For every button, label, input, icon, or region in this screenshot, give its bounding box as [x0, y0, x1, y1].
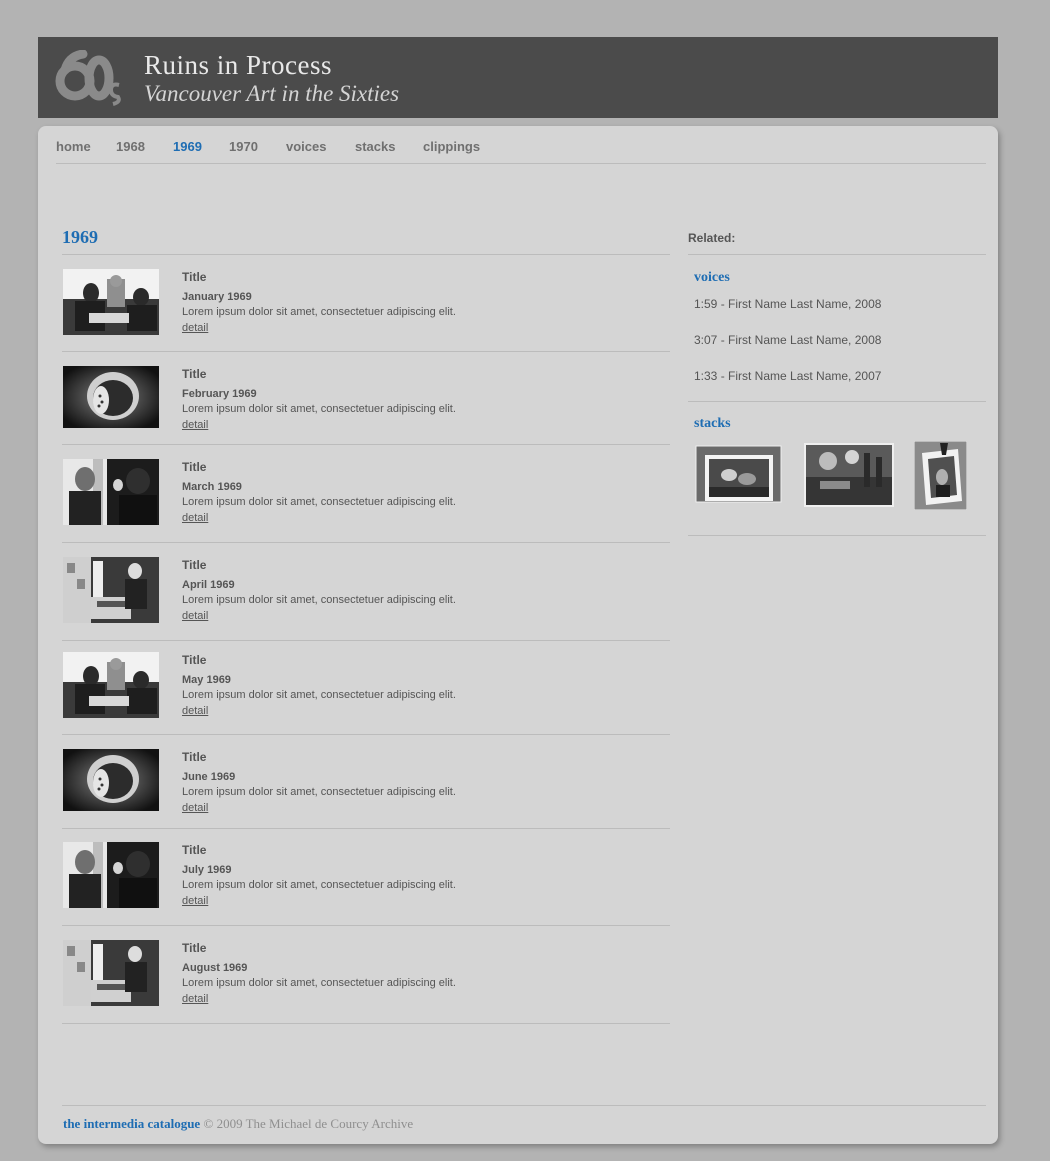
entry-date: July 1969: [182, 864, 232, 876]
heading-divider: [62, 254, 670, 255]
stacks-heading[interactable]: stacks: [694, 416, 731, 432]
entry-description: Lorem ipsum dolor sit amet, consectetuer…: [182, 306, 456, 318]
entry-date: February 1969: [182, 388, 257, 400]
voice-item[interactable]: 1:33 - First Name Last Name, 2007: [694, 369, 881, 383]
entry-date: January 1969: [182, 291, 252, 303]
voices-heading[interactable]: voices: [694, 270, 730, 286]
entry-description: Lorem ipsum dolor sit amet, consectetuer…: [182, 594, 456, 606]
entry-title: Title: [182, 558, 207, 572]
entry-divider: [62, 542, 670, 543]
content-panel: home 1968 1969 1970 voices stacks clippi…: [38, 126, 998, 1144]
entry-title: Title: [182, 367, 207, 381]
voice-item[interactable]: 1:59 - First Name Last Name, 2008: [694, 297, 881, 311]
nav-divider: [56, 163, 986, 164]
thumbnail-photo[interactable]: [63, 652, 159, 718]
thumbnail-photo[interactable]: [63, 269, 159, 335]
nav-voices[interactable]: voices: [286, 139, 326, 154]
detail-link[interactable]: detail: [182, 705, 208, 717]
site-banner: Ruins in Process Vancouver Art in the Si…: [38, 37, 998, 118]
detail-link[interactable]: detail: [182, 610, 208, 622]
voices-divider: [688, 401, 986, 402]
entry-description: Lorem ipsum dolor sit amet, consectetuer…: [182, 879, 456, 891]
nav-1968[interactable]: 1968: [116, 139, 145, 154]
main-nav: home 1968 1969 1970 voices stacks clippi…: [38, 139, 998, 163]
entry-divider: [62, 351, 670, 352]
nav-stacks[interactable]: stacks: [355, 139, 395, 154]
entry-title: Title: [182, 460, 207, 474]
footer: the intermedia catalogue © 2009 The Mich…: [63, 1116, 413, 1132]
catalogue-link[interactable]: the intermedia catalogue: [63, 1116, 200, 1131]
detail-link[interactable]: detail: [182, 993, 208, 1005]
entry-title: Title: [182, 941, 207, 955]
thumbnail-photo[interactable]: [63, 940, 159, 1006]
entry-divider: [62, 640, 670, 641]
page-title: 1969: [62, 227, 98, 247]
thumbnail-photo[interactable]: [63, 459, 159, 525]
entry-title: Title: [182, 843, 207, 857]
entry-date: August 1969: [182, 962, 248, 974]
related-label: Related:: [688, 231, 736, 245]
entry-date: April 1969: [182, 579, 235, 591]
entry-date: May 1969: [182, 674, 231, 686]
thumbnail-photo[interactable]: [63, 749, 159, 811]
entry-divider: [62, 1023, 670, 1024]
detail-link[interactable]: detail: [182, 322, 208, 334]
entry-description: Lorem ipsum dolor sit amet, consectetuer…: [182, 786, 456, 798]
entry-description: Lorem ipsum dolor sit amet, consectetuer…: [182, 689, 456, 701]
thumbnail-photo[interactable]: [63, 366, 159, 428]
detail-link[interactable]: detail: [182, 512, 208, 524]
entry-title: Title: [182, 270, 207, 284]
stacks-divider: [688, 535, 986, 536]
copyright-text: © 2009 The Michael de Courcy Archive: [203, 1116, 414, 1131]
entry-divider: [62, 444, 670, 445]
entry-divider: [62, 828, 670, 829]
nav-1969[interactable]: 1969: [173, 139, 202, 154]
nav-clippings[interactable]: clippings: [423, 139, 480, 154]
thumbnail-photo[interactable]: [63, 557, 159, 623]
entry-description: Lorem ipsum dolor sit amet, consectetuer…: [182, 403, 456, 415]
entry-title: Title: [182, 653, 207, 667]
thumbnail-photo[interactable]: [63, 842, 159, 908]
entry-divider: [62, 734, 670, 735]
entry-date: June 1969: [182, 771, 236, 783]
related-divider: [688, 254, 986, 255]
stack-thumbnail[interactable]: [804, 443, 894, 507]
entry-date: March 1969: [182, 481, 242, 493]
entry-title: Title: [182, 750, 207, 764]
nav-home[interactable]: home: [56, 139, 91, 154]
entry-description: Lorem ipsum dolor sit amet, consectetuer…: [182, 496, 456, 508]
nav-1970[interactable]: 1970: [229, 139, 258, 154]
detail-link[interactable]: detail: [182, 802, 208, 814]
entry-divider: [62, 925, 670, 926]
detail-link[interactable]: detail: [182, 419, 208, 431]
footer-divider: [62, 1105, 986, 1106]
detail-link[interactable]: detail: [182, 895, 208, 907]
site-subtitle: Vancouver Art in the Sixties: [144, 81, 400, 106]
sixties-logo[interactable]: [55, 50, 121, 106]
entry-description: Lorem ipsum dolor sit amet, consectetuer…: [182, 977, 456, 989]
stack-thumbnail[interactable]: [914, 441, 967, 510]
voice-item[interactable]: 3:07 - First Name Last Name, 2008: [694, 333, 881, 347]
site-title: Ruins in Process: [144, 50, 333, 80]
stack-thumbnail[interactable]: [695, 445, 783, 505]
